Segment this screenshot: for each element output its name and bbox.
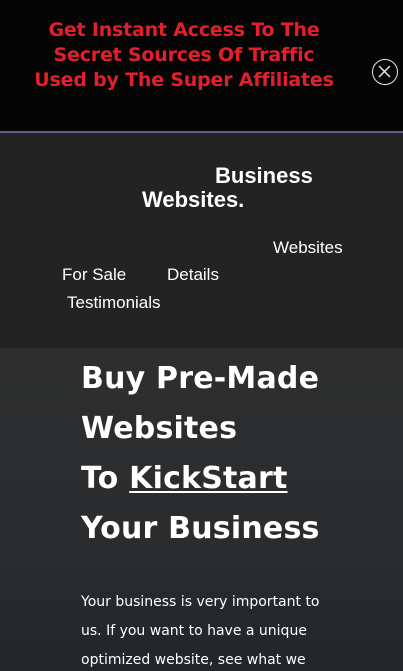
hero-desc-line-1: Your business is very important to xyxy=(81,594,320,610)
promo-line-2: Secret Sources Of Traffic xyxy=(53,44,315,66)
hero-title-line-1: Buy Pre-Made xyxy=(81,361,320,396)
hero-description: Your business is very important to us. I… xyxy=(81,588,381,671)
hero-section: Buy Pre-Made Websites To KickStart Your … xyxy=(0,348,403,671)
nav-testimonials[interactable]: Testimonials xyxy=(67,293,161,313)
hero-title-line-4: Your Business xyxy=(81,511,320,546)
logo-line-1: Business xyxy=(215,163,313,188)
hero-title-line-3: To KickStart xyxy=(81,454,320,504)
promo-text[interactable]: Get Instant Access To The Secret Sources… xyxy=(14,18,354,93)
hero-title: Buy Pre-Made Websites To KickStart Your … xyxy=(81,354,320,554)
site-header: Business Websites. Websites For Sale Det… xyxy=(0,133,403,348)
hero-title-line-2: Websites xyxy=(81,411,238,446)
nav-websites[interactable]: Websites xyxy=(273,238,343,258)
nav-for-sale[interactable]: For Sale xyxy=(62,265,126,285)
close-button[interactable] xyxy=(372,59,398,85)
promo-line-1: Get Instant Access To The xyxy=(48,19,320,41)
promo-line-3: Used by The Super Affiliates xyxy=(34,69,334,91)
hero-title-prefix: To xyxy=(81,461,130,496)
promo-bar: Get Instant Access To The Secret Sources… xyxy=(0,0,403,133)
hero-desc-line-3: optimized website, see what we xyxy=(81,652,306,668)
page: Get Instant Access To The Secret Sources… xyxy=(0,0,403,671)
close-icon xyxy=(378,65,391,78)
kickstart-link[interactable]: KickStart xyxy=(129,461,287,496)
hero-desc-line-2: us. If you want to have a unique xyxy=(81,623,307,639)
logo-line-2: Websites. xyxy=(142,187,245,212)
nav-details[interactable]: Details xyxy=(167,265,219,285)
